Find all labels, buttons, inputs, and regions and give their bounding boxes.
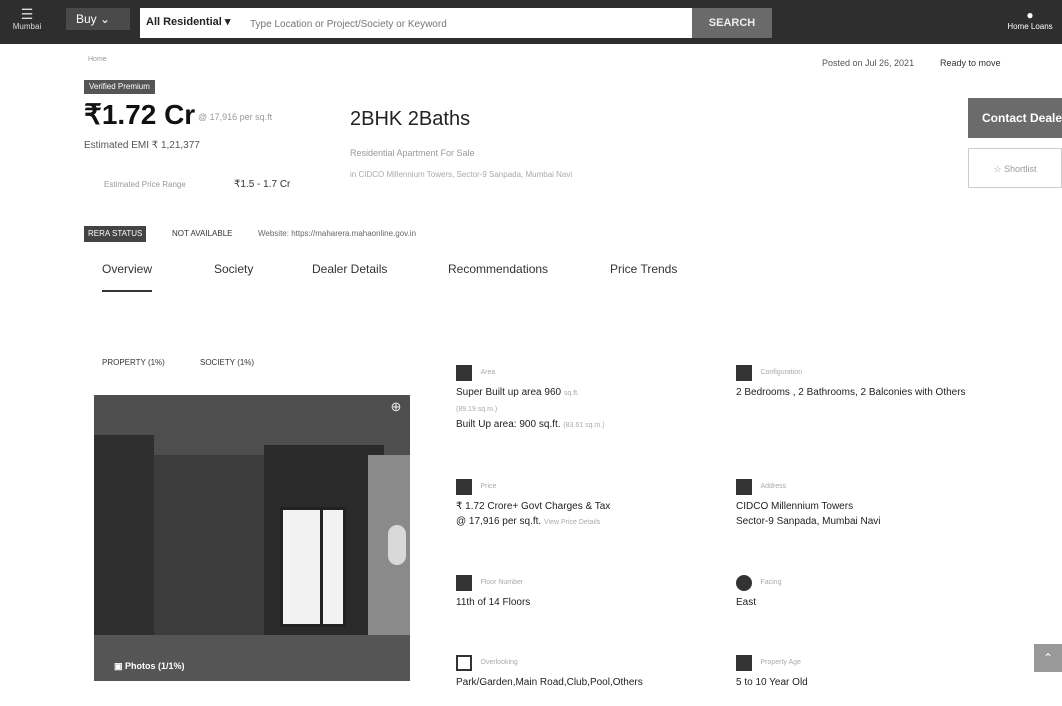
area-label: Area <box>480 369 496 377</box>
area-values: Super Built up area 960 sq.ft. (89.19 sq… <box>456 385 726 433</box>
built-area: Built Up area: 900 sq.ft. <box>456 419 561 430</box>
tab-dealer-details[interactable]: Dealer Details <box>312 262 387 276</box>
address-values: CIDCO Millennium Towers Sector-9 Sanpada… <box>736 499 1006 529</box>
price: ₹1.72 Cr <box>84 99 196 130</box>
chevron-down-icon: ▾ <box>224 16 231 28</box>
super-area: Super Built up area 960 <box>456 387 562 398</box>
address-line-2: Sector-9 Sanpada, Mumbai Navi <box>736 516 881 527</box>
floor-icon <box>456 574 472 591</box>
floor-label: Floor Number <box>480 579 524 587</box>
tab-recommendations[interactable]: Recommendations <box>448 262 548 276</box>
building-icon <box>736 478 752 495</box>
top-navbar: ☰ Mumbai Buy ⌄ All Residential ▾ SEARCH … <box>0 0 1062 44</box>
rera-status-value: NOT AVAILABLE <box>172 229 233 238</box>
shortlist-label: Shortlist <box>1004 164 1037 174</box>
property-type-dropdown[interactable]: All Residential ▾ <box>146 15 230 28</box>
compass-icon <box>736 574 752 591</box>
logo-text: Mumbai <box>12 22 42 31</box>
configuration-label: Configuration <box>760 369 803 377</box>
photo-lamp <box>388 525 406 565</box>
posted-date: Posted on Jul 26, 2021 <box>822 58 915 68</box>
detail-configuration: Configuration 2 Bedrooms , 2 Bathrooms, … <box>736 364 1006 400</box>
detail-address: Address CIDCO Millennium Towers Sector-9… <box>736 478 1006 529</box>
zoom-icon[interactable]: ⊕ <box>388 399 404 415</box>
logo-icon: ☰ <box>20 6 34 22</box>
verified-badge: Verified Premium <box>84 80 155 94</box>
emi-text: Estimated EMI ₹ 1,21,377 <box>84 140 200 151</box>
section-tabs: Overview Society Dealer Details Recommen… <box>84 256 784 296</box>
overlooking-label: Overlooking <box>480 659 518 667</box>
search-button[interactable]: SEARCH <box>692 8 772 38</box>
listing-subtitle: Residential Apartment For Sale <box>350 148 475 158</box>
buy-dropdown[interactable]: Buy ⌄ <box>66 8 130 30</box>
area-icon <box>456 364 472 381</box>
photo-window-bar <box>320 507 323 627</box>
detail-floor: Floor Number 11th of 14 Floors <box>456 574 726 610</box>
bed-icon <box>736 364 752 381</box>
price-label: Price <box>480 483 497 491</box>
photo-count[interactable]: ▣ Photos (1/1%) <box>114 661 185 672</box>
home-loans-link[interactable]: ● Home Loans <box>1000 8 1060 31</box>
detail-facing: Facing East <box>736 574 1006 610</box>
search-input[interactable] <box>248 12 682 36</box>
shortlist-button[interactable]: ☆ Shortlist <box>968 148 1062 188</box>
camera-icon: ▣ <box>114 661 126 671</box>
site-logo[interactable]: ☰ Mumbai <box>6 6 48 38</box>
breadcrumb[interactable]: Home <box>88 56 107 63</box>
photo-count-label: Photos (1/1%) <box>125 661 185 671</box>
facing-label: Facing <box>760 579 782 587</box>
home-loans-label: Home Loans <box>1007 22 1053 31</box>
super-area-unit-dropdown[interactable]: sq.ft. <box>564 390 579 397</box>
estimated-price-range: ₹1.5 - 1.7 Cr <box>234 179 291 190</box>
detail-price: Price ₹ 1.72 Crore+ Govt Charges & Tax @… <box>456 478 726 530</box>
property-photo[interactable]: ⊕ ▣ Photos (1/1%) <box>94 395 410 681</box>
rera-website-link[interactable]: Website: https://maharera.mahaonline.gov… <box>258 229 416 238</box>
property-age-value: 5 to 10 Year Old <box>736 677 808 688</box>
overlooking-value: Park/Garden,Main Road,Club,Pool,Others <box>456 677 643 688</box>
photo-tab-property[interactable]: PROPERTY (1%) <box>102 358 165 367</box>
property-age-label: Property Age <box>760 659 801 667</box>
rera-status-badge: RERA STATUS <box>84 226 147 242</box>
overlooking-icon <box>456 654 472 671</box>
contact-dealer-button[interactable]: Contact Dealer <box>968 98 1062 138</box>
search-bar: All Residential ▾ <box>140 8 692 38</box>
buy-label: Buy <box>76 12 97 26</box>
tab-price-trends[interactable]: Price Trends <box>610 262 677 276</box>
chevron-down-icon: ⌄ <box>100 12 111 26</box>
address-line-1: CIDCO Millennium Towers <box>736 501 854 512</box>
floor-value: 11th of 14 Floors <box>456 597 531 608</box>
photo-tab-society[interactable]: SOCIETY (1%) <box>200 358 254 367</box>
super-area-sqm: (89.19 sq.m.) <box>456 406 498 413</box>
user-icon: ● <box>1026 8 1034 22</box>
property-type-label: All Residential <box>146 16 222 28</box>
configuration-value: 2 Bedrooms , 2 Bathrooms, 2 Balconies wi… <box>736 387 966 398</box>
star-icon: ☆ <box>993 164 1005 174</box>
tab-overview[interactable]: Overview <box>102 262 153 292</box>
price-value: ₹ 1.72 Crore+ Govt Charges & Tax <box>456 501 611 512</box>
view-price-details-link[interactable]: View Price Details <box>544 519 600 526</box>
detail-property-age: Property Age 5 to 10 Year Old <box>736 654 1006 690</box>
tab-society[interactable]: Society <box>214 262 253 276</box>
calendar-icon <box>736 654 752 671</box>
built-area-sqm: (83.61 sq.m.) <box>563 422 605 429</box>
price-psf: @ 17,916 per sq.ft. <box>456 516 542 527</box>
chevron-up-icon: ⌃ <box>1042 651 1054 665</box>
scroll-to-top-button[interactable]: ⌃ <box>1034 644 1062 672</box>
price-values: ₹ 1.72 Crore+ Govt Charges & Tax @ 17,91… <box>456 499 726 530</box>
address-label: Address <box>760 483 787 491</box>
photo-window <box>280 507 346 627</box>
price-tag-icon <box>456 478 472 495</box>
listing-title: 2BHK 2Baths <box>350 108 471 130</box>
facing-value: East <box>736 597 757 608</box>
listing-address: in CIDCO Millennium Towers, Sector-9 San… <box>350 170 573 179</box>
photo-floor <box>94 635 410 681</box>
status-text: Ready to move <box>940 58 1001 68</box>
detail-overlooking: Overlooking Park/Garden,Main Road,Club,P… <box>456 654 726 690</box>
detail-area: Area Super Built up area 960 sq.ft. (89.… <box>456 364 726 433</box>
price-per-sqft: @ 17,916 per sq.ft <box>198 112 273 122</box>
estimated-price-label: Estimated Price Range <box>104 180 186 189</box>
